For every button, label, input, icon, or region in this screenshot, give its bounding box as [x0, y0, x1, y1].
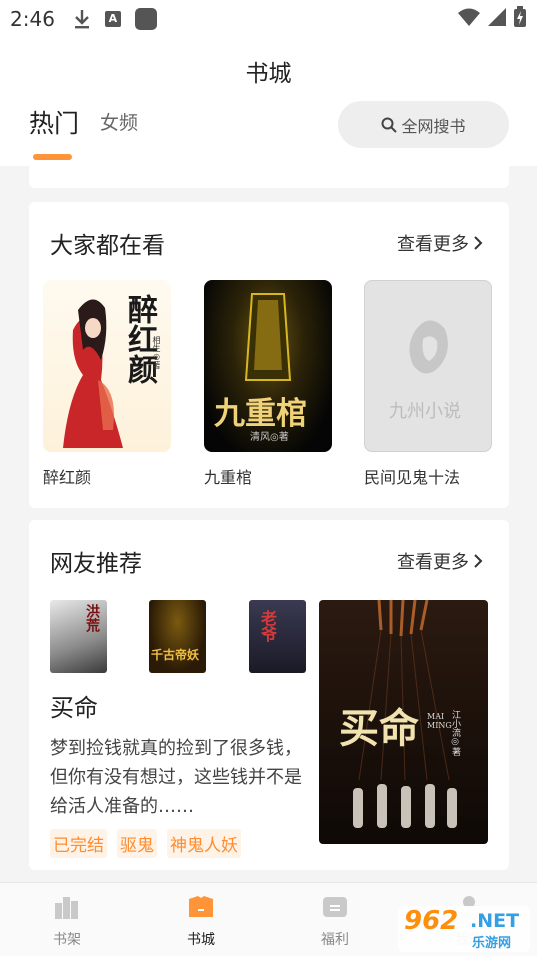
book-cover: 九重棺 清风◎著 [204, 280, 332, 452]
nav-bookstore[interactable]: 书城 [161, 895, 241, 949]
app-square-icon [134, 8, 157, 30]
watermark-sub: 乐游网 [472, 936, 512, 951]
cover-title: 老爷 [258, 610, 277, 642]
gift-card-icon [323, 897, 347, 917]
tag: 神鬼人妖 [167, 829, 241, 858]
mini-book-cover[interactable]: 老爷 [249, 600, 306, 673]
cover-title: 洪荒 [84, 604, 100, 632]
cover-title: 千古帝妖 [151, 648, 200, 662]
nav-bookshelf[interactable]: 书架 [27, 895, 107, 949]
battery-charging-icon [514, 6, 526, 27]
nav-welfare[interactable]: 福利 [295, 895, 375, 949]
cover-title: 买命 [339, 705, 419, 752]
book-cover: 醉红颜 相生◎著 [43, 280, 171, 452]
a-box-icon: A [104, 11, 121, 27]
popular-section: 大家都在看 查看更多 醉红颜 相生◎著 醉红颜 九重棺 清风◎著 九重棺 九州小… [29, 202, 509, 508]
watermark-number: 962 [404, 906, 459, 936]
nav-label: 书城 [187, 932, 215, 948]
book-item[interactable]: 九重棺 清风◎著 九重棺 [204, 280, 334, 488]
previous-card-bottom [29, 166, 509, 188]
feature-book-description: 梦到捡钱就真的捡到了很多钱，但你有没有想过，这些钱并不是给活人准备的…… [50, 738, 302, 817]
chevron-right-icon [474, 236, 483, 250]
tag: 已完结 [50, 829, 107, 858]
chevron-right-icon [474, 554, 483, 568]
search-icon [381, 117, 398, 133]
cover-english: MAI MING [427, 712, 452, 730]
publisher-name: 九州小说 [389, 401, 461, 422]
feature-tags: 已完结 驱鬼 神鬼人妖 [50, 829, 241, 858]
section-title: 网友推荐 [50, 551, 142, 577]
nav-label: 福利 [321, 932, 349, 948]
cover-author: 相生◎著 [152, 336, 161, 369]
status-icons-right [457, 6, 527, 28]
book-title: 醉红颜 [43, 468, 92, 487]
see-more-link[interactable]: 查看更多 [397, 548, 483, 574]
tag: 驱鬼 [117, 829, 157, 858]
book-title: 民间见鬼十法 [364, 468, 461, 487]
book-item[interactable]: 九州小说 民间见鬼十法 [364, 280, 494, 488]
tab-hot[interactable]: 热门 [29, 104, 79, 140]
section-title: 大家都在看 [50, 233, 165, 259]
bookstore-icon [189, 896, 213, 917]
status-icons-left: A [73, 8, 157, 30]
wifi-icon [458, 8, 480, 26]
book-cover: 九州小说 [364, 280, 492, 452]
bookshelf-icon [55, 897, 78, 919]
watermark-net: .NET [470, 910, 520, 932]
feature-book-cover[interactable]: 买命 江小流◎著 MAI MING [319, 600, 488, 844]
tab-female[interactable]: 女频 [100, 108, 138, 135]
download-icon [73, 9, 91, 29]
header: 书城 热门 女频 全网搜书 [0, 38, 537, 166]
see-more-link[interactable]: 查看更多 [397, 230, 483, 256]
recommend-section: 网友推荐 查看更多 洪荒 千古帝妖 老爷 买命 梦到捡钱就真的捡到了很多钱，但你… [29, 520, 509, 870]
see-more-label: 查看更多 [397, 552, 469, 573]
page-title: 书城 [245, 61, 292, 87]
mini-book-cover[interactable]: 洪荒 [50, 600, 107, 673]
status-bar: 2:46 A [0, 0, 537, 38]
book-title: 九重棺 [204, 468, 253, 487]
feature-book-title[interactable]: 买命 [50, 688, 98, 723]
see-more-label: 查看更多 [397, 234, 469, 255]
mini-book-cover[interactable]: 千古帝妖 [149, 600, 206, 673]
active-tab-indicator [33, 154, 72, 160]
search-button[interactable]: 全网搜书 [338, 101, 509, 148]
search-button-label: 全网搜书 [401, 116, 466, 136]
status-time: 2:46 [10, 7, 55, 31]
nav-label: 书架 [53, 932, 81, 948]
cover-title: 九重棺 [214, 396, 307, 432]
site-watermark: 962 .NET 乐游网 [398, 906, 530, 952]
publisher-logo-icon [409, 320, 448, 374]
cover-author: 清风◎著 [250, 432, 289, 443]
book-item[interactable]: 醉红颜 相生◎著 醉红颜 [43, 280, 173, 488]
signal-icon [488, 8, 506, 26]
